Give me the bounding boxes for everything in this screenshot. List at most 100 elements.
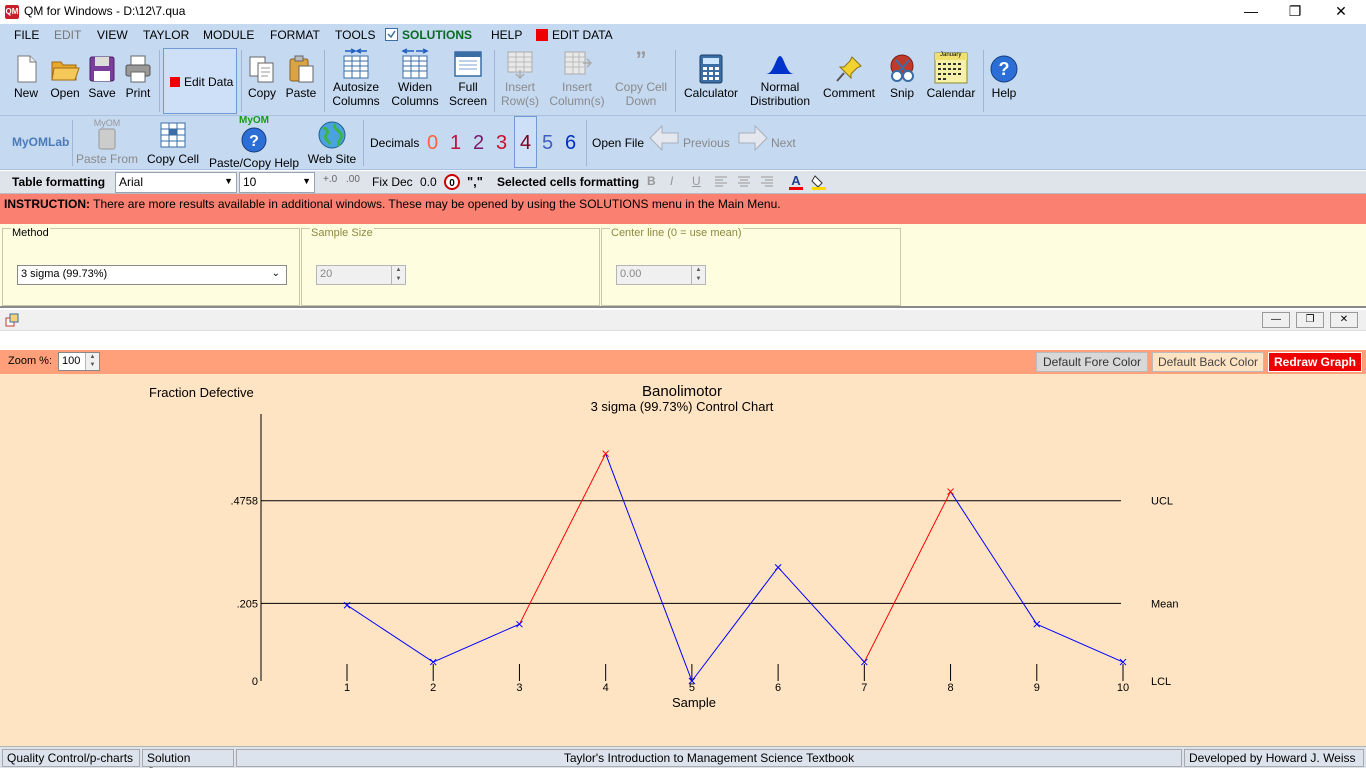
decimals-1[interactable]: 1 <box>450 132 461 155</box>
zero-format-button[interactable]: 0.0 <box>420 175 437 189</box>
paste-copy-help-label: Paste/Copy Help <box>208 156 300 170</box>
child-close-icon[interactable]: ✕ <box>1330 312 1358 328</box>
align-right-icon[interactable] <box>760 176 774 191</box>
insert-columns-button[interactable]: Insert Column(s) <box>546 48 608 108</box>
close-icon[interactable]: ✕ <box>1318 0 1364 24</box>
fix-dec-button[interactable]: Fix Dec <box>372 175 413 189</box>
paste-from-button[interactable]: MyOM Paste From <box>76 118 138 166</box>
paste-from-icon <box>92 128 122 150</box>
copy-cell-down-button[interactable]: ” Copy Cell Down <box>612 48 670 109</box>
new-button[interactable]: New <box>8 54 44 100</box>
paste-copy-help-top: MyOM <box>239 115 269 126</box>
copy-button[interactable]: Copy <box>244 54 280 100</box>
stepper-arrows-icon[interactable]: ▲ ▼ <box>691 266 705 284</box>
separator <box>675 50 676 112</box>
method-select[interactable]: 3 sigma (99.73%) ⌄ <box>17 265 287 285</box>
decimals-2[interactable]: 2 <box>473 132 484 155</box>
zoom-stepper[interactable]: 100 ▲ ▼ <box>58 352 100 371</box>
insert-rows-button[interactable]: Insert Row(s) <box>498 48 542 108</box>
decimals-4-selected[interactable]: 4 <box>514 116 537 168</box>
comma-format-button[interactable]: "," <box>467 174 483 189</box>
series-segment <box>518 453 607 625</box>
menu-help[interactable]: HELP <box>491 28 522 42</box>
paste-icon <box>286 54 316 84</box>
scissors-icon <box>887 54 917 84</box>
restore-icon[interactable]: ❐ <box>1272 0 1318 24</box>
normal-distribution-button[interactable]: Normal Distribution <box>746 48 814 108</box>
comment-button[interactable]: Comment <box>818 54 880 100</box>
underline-icon[interactable]: U <box>692 174 701 188</box>
open-button[interactable]: Open <box>46 54 84 100</box>
autosize-columns-button[interactable]: Autosize Columns <box>328 48 384 108</box>
minimize-icon[interactable]: — <box>1228 0 1274 24</box>
x-tick-label: 3 <box>516 682 522 694</box>
widen-columns-button[interactable]: Widen Columns <box>388 48 442 108</box>
insert-rows-label-2: Row(s) <box>501 94 539 108</box>
menu-solutions-label: SOLUTIONS <box>402 28 473 42</box>
font-select[interactable]: Arial ▼ <box>115 172 237 193</box>
default-fore-color-button[interactable]: Default Fore Color <box>1036 352 1148 372</box>
decimals-6[interactable]: 6 <box>565 132 576 155</box>
font-size-select[interactable]: 10 ▼ <box>239 172 315 193</box>
redraw-graph-button[interactable]: Redraw Graph <box>1268 352 1362 372</box>
zero-display-icon[interactable]: 0 <box>444 174 460 193</box>
previous-label[interactable]: Previous <box>683 136 730 150</box>
table-formatting-label: Table formatting <box>12 175 106 189</box>
new-label: New <box>13 86 38 100</box>
open-file-button[interactable]: Open File <box>592 136 644 150</box>
calculator-button[interactable]: Calculator <box>680 54 742 100</box>
menu-solutions[interactable]: SOLUTIONS <box>385 28 472 44</box>
stepper-arrows-icon[interactable]: ▲ ▼ <box>391 266 405 284</box>
menu-format[interactable]: FORMAT <box>270 28 320 42</box>
calendar-header: January <box>940 52 962 58</box>
snip-button[interactable]: Snip <box>884 54 920 100</box>
menu-tools[interactable]: TOOLS <box>335 28 375 42</box>
child-restore-icon[interactable]: ❐ <box>1296 312 1324 328</box>
decimals-3[interactable]: 3 <box>496 132 507 155</box>
next-label[interactable]: Next <box>771 136 796 150</box>
menu-taylor[interactable]: TAYLOR <box>143 28 189 42</box>
save-button[interactable]: Save <box>86 54 118 100</box>
align-left-icon[interactable] <box>714 176 728 191</box>
edit-data-red-icon <box>170 77 180 87</box>
edit-data-button[interactable]: Edit Data <box>163 48 237 114</box>
font-color-icon[interactable]: A <box>788 173 804 194</box>
copy-cell-button[interactable]: Copy Cell <box>144 120 202 166</box>
print-button[interactable]: Print <box>121 54 155 100</box>
menu-file[interactable]: FILE <box>14 28 39 42</box>
menu-edit[interactable]: EDIT <box>54 28 81 42</box>
myomlab-link[interactable]: MyOMLab <box>12 135 69 149</box>
bold-icon[interactable]: B <box>647 174 656 188</box>
calendar-button[interactable]: January Calendar <box>924 52 978 100</box>
increase-decimal-icon[interactable]: +.0 <box>323 174 337 185</box>
align-center-icon[interactable] <box>737 176 751 191</box>
paste-copy-help-button[interactable]: MyOM ? Paste/Copy Help <box>206 115 302 171</box>
child-minimize-icon[interactable]: — <box>1262 312 1290 328</box>
paste-button[interactable]: Paste <box>283 54 319 100</box>
full-screen-button[interactable]: Full Screen <box>446 48 490 108</box>
copy-cell-down-label-1: Copy Cell <box>614 80 668 94</box>
solutions-icon <box>385 28 398 44</box>
chart-y-axis-label: Fraction Defective <box>149 385 254 400</box>
fill-color-icon[interactable] <box>811 173 827 194</box>
help-button[interactable]: ? Help <box>986 54 1022 100</box>
menu-module[interactable]: MODULE <box>203 28 254 42</box>
web-site-button[interactable]: Web Site <box>305 120 359 166</box>
stepper-arrows-icon[interactable]: ▲ ▼ <box>85 353 99 370</box>
sample-size-stepper[interactable]: 20 ▲ ▼ <box>316 265 406 285</box>
autosize-columns-icon <box>341 48 371 79</box>
decimals-0[interactable]: 0 <box>427 132 438 155</box>
center-line-stepper[interactable]: 0.00 ▲ ▼ <box>616 265 706 285</box>
secondary-toolbar: MyOMLab MyOM Paste From Copy Cell MyOM ?… <box>0 116 1366 170</box>
default-back-color-button[interactable]: Default Back Color <box>1152 352 1264 372</box>
save-label: Save <box>88 86 116 100</box>
previous-arrow-icon[interactable] <box>648 124 680 157</box>
menu-edit-data[interactable]: EDIT DATA <box>536 28 613 44</box>
next-arrow-icon[interactable] <box>737 124 769 157</box>
globe-icon <box>317 120 347 150</box>
menu-view[interactable]: VIEW <box>97 28 128 42</box>
instruction-label: INSTRUCTION: <box>4 197 90 211</box>
decimals-5[interactable]: 5 <box>542 132 553 155</box>
decrease-decimal-icon[interactable]: .00 <box>346 174 360 185</box>
italic-icon[interactable]: I <box>670 174 673 188</box>
